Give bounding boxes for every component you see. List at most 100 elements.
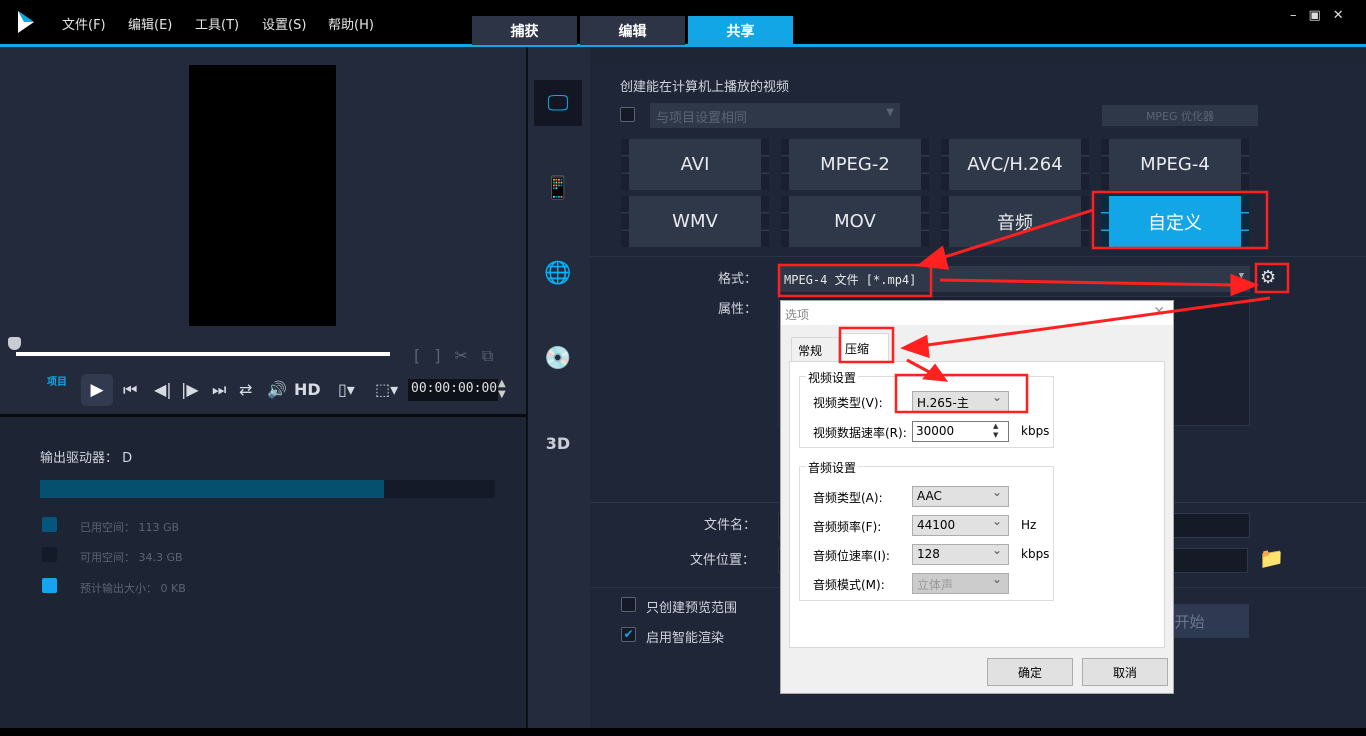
repeat-icon[interactable]: ⇄ [239, 380, 252, 399]
computer-icon[interactable]: 🖵 [534, 80, 582, 126]
play-button[interactable]: ▶ [81, 374, 113, 406]
tab-capture[interactable]: 捕获 [472, 16, 577, 45]
scrub-bar[interactable] [16, 352, 390, 356]
free-value: 34.3 GB [138, 551, 183, 564]
dvd-icon[interactable]: 💿 [534, 335, 582, 381]
globe-icon[interactable]: 🌐 [534, 250, 582, 296]
used-label: 已用空间： [80, 521, 135, 534]
format-label: 格式： [718, 272, 758, 287]
menu-settings[interactable]: 设置(S) [262, 14, 306, 33]
audio-type-label: 音频类型(A): [813, 491, 883, 505]
swatch-estimate [42, 578, 57, 593]
close-icon[interactable]: ✕ [1333, 8, 1356, 23]
dialog-tab-compression[interactable]: 压缩 [839, 333, 889, 363]
menu-help[interactable]: 帮助(H) [328, 14, 374, 33]
output-drive-value: D [122, 451, 133, 466]
swatch-used [42, 517, 57, 532]
mobile-device-icon[interactable]: 📱 [534, 165, 582, 211]
3d-icon[interactable]: 3D [534, 420, 582, 466]
scissors-icon[interactable]: ✂ [455, 346, 482, 365]
hd-button[interactable]: HD [294, 380, 321, 399]
format-button[interactable]: MOV [781, 196, 929, 247]
video-rate-stepper[interactable]: ▲ ▼ [993, 422, 998, 440]
copy-icon[interactable]: ⧉ [482, 346, 507, 365]
minimize-icon[interactable]: – [1290, 8, 1309, 23]
trim-controls[interactable]: []✂⧉ [414, 346, 507, 366]
volume-icon[interactable]: 🔊 [267, 380, 287, 399]
dialog-tab-general[interactable]: 常规 [791, 337, 839, 361]
format-button[interactable]: AVI [621, 139, 769, 190]
format-button[interactable]: 自定义 [1101, 196, 1249, 247]
format-dropdown[interactable]: MPEG-4 文件 [*.mp4] ▼ [778, 266, 1250, 292]
prev-frame-icon[interactable]: ◀| [154, 380, 172, 399]
audio-bitrate-select[interactable]: 128 [912, 543, 1009, 565]
go-start-icon[interactable]: ⏮ [123, 380, 137, 400]
video-rate-unit: kbps [1021, 424, 1050, 438]
format-value: MPEG-4 文件 [*.mp4] [784, 273, 917, 287]
drive-usage-bar [40, 480, 495, 498]
share-category-sidebar [526, 47, 590, 736]
menu-tools[interactable]: 工具(T) [195, 14, 239, 33]
audio-freq-label: 音频频率(F): [813, 520, 882, 534]
legend-free [42, 547, 57, 562]
audio-freq-select[interactable]: 44100 [912, 514, 1009, 536]
format-button[interactable]: 音频 [941, 196, 1089, 247]
mark-in-icon[interactable]: [ [414, 346, 434, 365]
output-drive-caption: 输出驱动器： [40, 451, 119, 466]
share-heading: 创建能在计算机上播放的视频 [620, 80, 790, 95]
format-button[interactable]: MPEG-4 [1101, 139, 1249, 190]
audio-mode-select[interactable]: 立体声 [912, 572, 1009, 594]
mpeg-optimizer-button[interactable]: MPEG 优化器 [1102, 105, 1258, 126]
cancel-button[interactable]: 取消 [1082, 658, 1168, 686]
drive-usage-fill [40, 480, 384, 498]
filename-label: 文件名： [704, 518, 757, 533]
video-preview [189, 65, 336, 326]
legend-estimate-text: 预计输出大小： 0 KB [80, 580, 186, 596]
menu-edit[interactable]: 编辑(E) [128, 14, 172, 33]
estimate-value: 0 KB [160, 582, 186, 595]
profile-dropdown[interactable]: 与项目设置相同 ▼ [650, 103, 900, 128]
chevron-down-icon: ▼ [1238, 271, 1244, 281]
video-rate-label: 视频数据速率(R): [813, 426, 907, 440]
separator [590, 256, 1366, 257]
device-preview-icon[interactable]: ▯▾ [338, 380, 355, 399]
tab-share[interactable]: 共享 [688, 16, 793, 45]
audio-freq-unit: Hz [1021, 518, 1037, 532]
ok-button[interactable]: 确定 [987, 658, 1073, 686]
format-button[interactable]: AVC/H.264 [941, 139, 1089, 190]
audio-group-title: 音频设置 [806, 459, 859, 476]
audio-type-select[interactable]: AAC [912, 485, 1009, 507]
legend-used [42, 517, 57, 532]
mark-out-icon[interactable]: ] [434, 346, 454, 365]
smart-render-checkbox[interactable]: ✔ [621, 627, 636, 642]
go-end-icon[interactable]: ⏭ [212, 380, 226, 400]
tab-edit[interactable]: 编辑 [580, 16, 685, 45]
project-label[interactable]: 项目 [47, 373, 67, 388]
audio-bitrate-label: 音频位速率(I): [813, 549, 890, 563]
location-label: 文件位置： [690, 553, 756, 568]
profile-value: 与项目设置相同 [656, 111, 748, 126]
folder-add-icon[interactable]: 📁 [1259, 546, 1284, 570]
format-button[interactable]: MPEG-2 [781, 139, 929, 190]
smart-render-label: 启用智能渲染 [646, 631, 725, 646]
format-grid: AVI MPEG-2 AVC/H.264 MPEG-4 WMV MOV 音频 自定义 [621, 139, 1249, 247]
restore-icon[interactable]: ▣ [1309, 8, 1333, 23]
menu-file[interactable]: 文件(F) [62, 14, 106, 33]
next-frame-icon[interactable]: |▶ [181, 380, 199, 399]
app-logo-icon [18, 11, 34, 33]
timecode-field[interactable]: 00:00:00:00 [408, 379, 498, 401]
same-as-project-checkbox[interactable] [620, 107, 635, 122]
timecode-stepper[interactable]: ▲ ▼ [498, 378, 506, 400]
window-controls[interactable]: –▣✕ [1290, 8, 1356, 23]
scrub-handle[interactable] [8, 337, 21, 350]
preview-range-checkbox[interactable] [621, 597, 636, 612]
video-group-title: 视频设置 [806, 369, 859, 386]
used-value: 113 GB [138, 521, 180, 534]
close-icon[interactable]: ✕ [1153, 304, 1165, 320]
video-type-select[interactable]: H.265-主 [912, 390, 1009, 412]
legend-estimate [42, 578, 57, 593]
format-button[interactable]: WMV [621, 196, 769, 247]
selection-icon[interactable]: ⬚▾ [375, 380, 398, 399]
gear-icon[interactable]: ⚙ [1260, 267, 1276, 288]
legend-free-text: 可用空间： 34.3 GB [80, 549, 183, 565]
